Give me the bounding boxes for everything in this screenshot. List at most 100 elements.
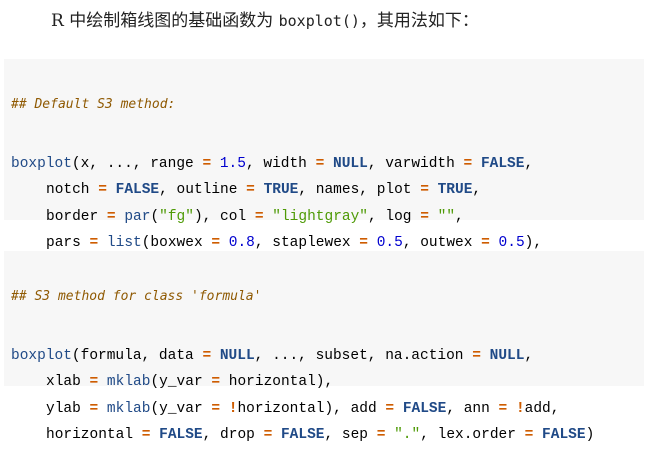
code-token: =	[141, 427, 151, 443]
code-line: boxplot(formula, data = NULL, ..., subse…	[4, 343, 644, 370]
code-token: =	[359, 235, 368, 251]
code-block-formula-method: ## S3 method for class 'formula' boxplot…	[4, 251, 644, 443]
comment-text: ## S3 method for class 'formula'	[11, 289, 262, 304]
code-token: =	[89, 235, 99, 251]
code-token: =	[246, 182, 255, 198]
code-token: =	[106, 208, 116, 225]
code-token: TRUE	[437, 182, 473, 198]
code-token: =	[481, 235, 490, 251]
document-page: R 中绘制箱线图的基础函数为 boxplot()，其用法如下： ## Defau…	[0, 0, 660, 443]
code-token: "."	[394, 427, 421, 443]
code-token: border	[46, 208, 107, 225]
code-token: NULL	[333, 155, 368, 172]
intro-inline-code: boxplot()	[278, 12, 360, 30]
code-token: notch	[46, 182, 99, 198]
code-comment: ## S3 method for class 'formula'	[4, 284, 644, 311]
code-token: =	[211, 374, 221, 390]
code-token: , drop	[202, 427, 264, 443]
code-token: NULL	[489, 347, 525, 364]
code-token: , sep	[324, 427, 377, 443]
code-token: =	[472, 347, 481, 364]
code-token: =	[463, 155, 473, 172]
code-comment: ## Default S3 method:	[4, 92, 644, 119]
code-token: mklab	[106, 374, 151, 390]
code-token: , names, plot	[298, 182, 421, 198]
code-line: boxplot(x, ..., range = 1.5, width = NUL…	[4, 151, 644, 178]
code-token: horizontal),	[220, 374, 334, 390]
code-token: FALSE	[480, 155, 525, 172]
code-token: ),	[524, 235, 543, 251]
code-token: ,	[524, 347, 534, 364]
intro-prefix: R 中绘制箱线图的基础函数为	[51, 11, 279, 31]
code-token: "lightgray"	[272, 208, 368, 225]
code-line: xlab = mklab(y_var = horizontal),	[4, 369, 644, 396]
code-token: =	[98, 182, 107, 198]
code-token: =	[376, 427, 386, 443]
code-token: ""	[437, 208, 456, 225]
code-token: (x, ..., range	[71, 155, 203, 172]
code-token: =	[263, 427, 273, 443]
code-token: =	[420, 208, 429, 225]
code-token: =	[420, 182, 429, 198]
code-token: , log	[368, 208, 421, 225]
code-token: list	[106, 235, 142, 251]
code-line: ylab = mklab(y_var = !horizontal), add =…	[4, 396, 644, 423]
code-token: boxplot	[11, 155, 72, 172]
code-token: pars	[46, 235, 90, 251]
code-line: border = par("fg"), col = "lightgray", l…	[4, 204, 644, 231]
code-token: , outline	[159, 182, 247, 198]
code-token: , outwex	[402, 235, 482, 251]
code-token: ), col	[193, 208, 255, 225]
code-token: TRUE	[263, 182, 299, 198]
code-token: =	[202, 155, 212, 172]
code-token: par	[124, 208, 151, 225]
code-token: FALSE	[115, 182, 160, 198]
code-token: ,	[472, 182, 482, 198]
code-token: =	[89, 374, 99, 390]
code-token: , width	[245, 155, 316, 172]
code-line: horizontal = FALSE, drop = FALSE, sep = …	[4, 422, 644, 449]
code-token: boxplot	[11, 347, 72, 364]
code-token: =	[211, 235, 221, 251]
code-token: =	[315, 155, 325, 172]
intro-paragraph: R 中绘制箱线图的基础函数为 boxplot()，其用法如下：	[51, 6, 479, 36]
code-token: (y_var	[150, 374, 212, 390]
code-token: )	[585, 427, 595, 443]
comment-text: ## Default S3 method:	[11, 97, 176, 112]
code-token: =	[254, 208, 264, 225]
code-token: (boxwex	[141, 235, 212, 251]
code-token: (formula, data	[71, 347, 203, 364]
code-token: "fg"	[159, 208, 194, 225]
code-token: 0.5	[498, 235, 525, 251]
code-token: FALSE	[280, 427, 325, 443]
code-token: horizontal	[46, 427, 142, 443]
code-token: , varwidth	[367, 155, 464, 172]
code-line: notch = FALSE, outline = TRUE, names, pl…	[4, 177, 644, 204]
code-token: NULL	[219, 347, 255, 364]
code-token: FALSE	[542, 427, 586, 443]
code-token: ,	[524, 155, 534, 172]
code-block-default-method: ## Default S3 method: boxplot(x, ..., ra…	[4, 59, 644, 278]
code-token: 1.5	[219, 155, 246, 172]
code-token: 0.5	[376, 235, 403, 251]
code-token: FALSE	[159, 427, 203, 443]
code-token: =	[524, 427, 534, 443]
